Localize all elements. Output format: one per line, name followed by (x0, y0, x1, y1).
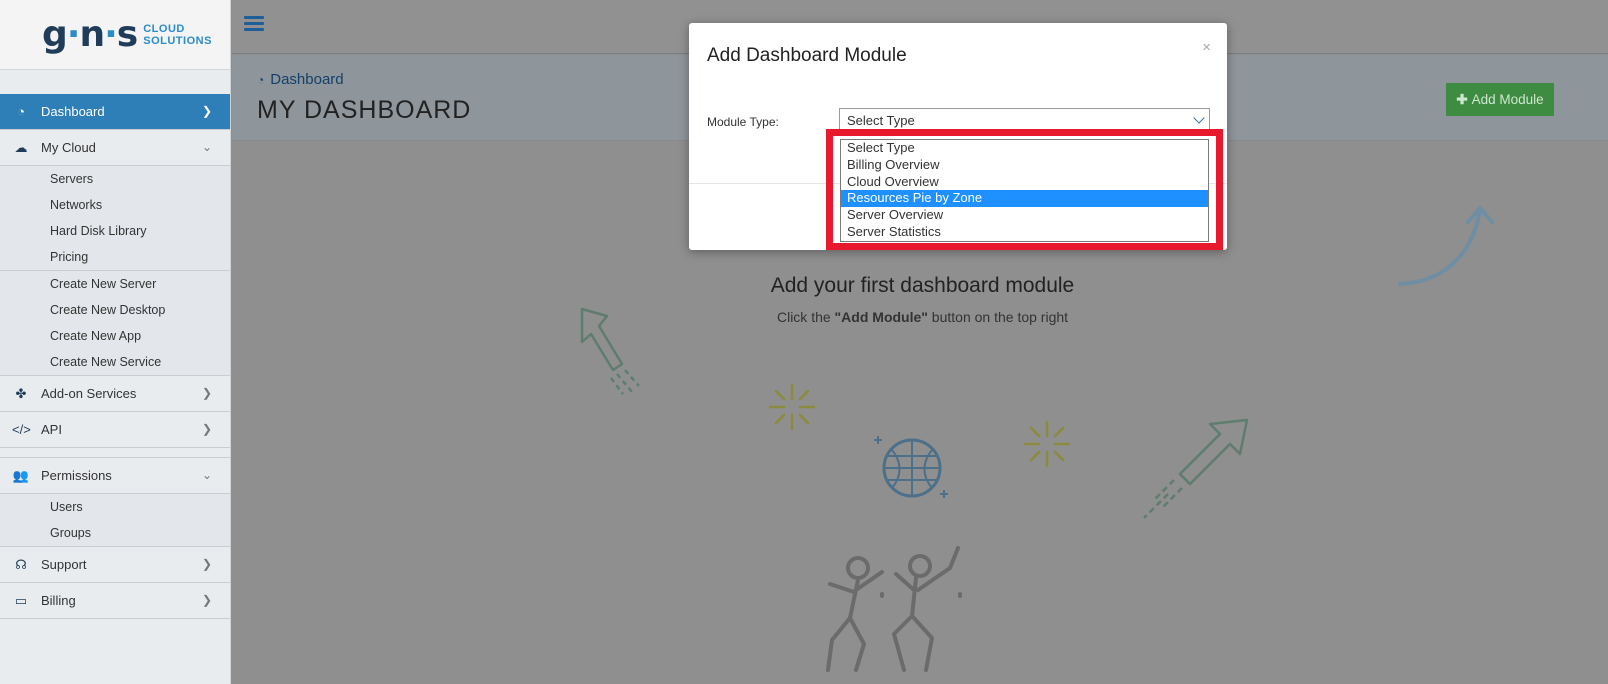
sidebar-item-addon-services[interactable]: ✤ Add-on Services ❯ (0, 376, 230, 412)
firework-icon (768, 383, 816, 431)
users-icon: 👥 (12, 467, 30, 483)
sidebar-item-label: Dashboard (41, 104, 105, 119)
chevron-down-icon: ⌄ (201, 468, 212, 482)
select-value: Select Type (847, 113, 915, 128)
dashboard-icon: ◔ (257, 73, 265, 87)
option-server-statistics[interactable]: Server Statistics (841, 224, 1208, 241)
add-module-label: Add Module (1471, 92, 1544, 107)
logo-mark: g·n·s (42, 14, 138, 55)
sidebar-item-support[interactable]: ☊ Support ❯ (0, 547, 230, 583)
curved-arrow-icon (1398, 204, 1494, 286)
sidebar-item-networks[interactable]: Networks (0, 192, 230, 218)
sidebar-item-label: Billing (41, 593, 76, 608)
plus-icon: ✚ (1456, 91, 1468, 107)
chevron-down-icon: ⌄ (201, 140, 212, 154)
sidebar-item-pricing[interactable]: Pricing (0, 244, 230, 270)
sidebar-item-label: API (41, 422, 62, 437)
logo[interactable]: g·n·s CLOUD SOLUTIONS (0, 0, 230, 70)
modal-title: Add Dashboard Module (707, 45, 907, 66)
option-billing-overview[interactable]: Billing Overview (841, 157, 1208, 174)
sidebar: g·n·s CLOUD SOLUTIONS ◔ Dashboard ❯ ☁ My … (0, 0, 231, 684)
rocket-icon (580, 307, 640, 395)
sidebar-item-create-new-desktop[interactable]: Create New Desktop (0, 297, 230, 323)
breadcrumb[interactable]: ◔ Dashboard (257, 71, 344, 88)
sidebar-item-billing[interactable]: ▭ Billing ❯ (0, 583, 230, 619)
headset-icon: ☊ (15, 556, 27, 572)
chevron-down-icon (1193, 112, 1205, 124)
rocket-icon (1143, 418, 1249, 519)
sidebar-item-my-cloud[interactable]: ☁ My Cloud ⌄ (0, 130, 230, 166)
chevron-right-icon: ❯ (201, 593, 212, 607)
sidebar-item-dashboard[interactable]: ◔ Dashboard ❯ (0, 94, 230, 130)
cloud-icon: ☁ (14, 139, 28, 155)
breadcrumb-label: Dashboard (270, 71, 344, 88)
sidebar-nav: ◔ Dashboard ❯ ☁ My Cloud ⌄ Servers Netwo… (0, 94, 230, 619)
hamburger-menu-icon[interactable] (244, 16, 264, 34)
sidebar-item-create-new-service[interactable]: Create New Service (0, 349, 230, 375)
credit-card-icon: ▭ (14, 592, 28, 608)
dashboard-icon: ◔ (17, 104, 25, 119)
sidebar-item-permissions[interactable]: 👥 Permissions ⌄ (0, 458, 230, 494)
option-server-overview[interactable]: Server Overview (841, 207, 1208, 224)
sidebar-item-label: Add-on Services (41, 386, 137, 401)
chevron-right-icon: ❯ (201, 104, 212, 118)
divider (0, 448, 230, 458)
sidebar-item-users[interactable]: Users (0, 494, 230, 520)
sidebar-item-create-new-server[interactable]: Create New Server (0, 271, 230, 297)
firework-icon (1023, 420, 1071, 468)
module-type-label: Module Type: (707, 115, 779, 129)
puzzle-icon: ✤ (15, 385, 27, 401)
code-icon: </> (12, 422, 31, 437)
option-resources-pie-by-zone[interactable]: Resources Pie by Zone (841, 190, 1208, 208)
sidebar-item-create-new-app[interactable]: Create New App (0, 323, 230, 349)
close-icon[interactable]: × (1202, 39, 1211, 56)
my-cloud-subnav: Servers Networks Hard Disk Library Prici… (0, 166, 230, 376)
empty-state-hint: Click the "Add Module" button on the top… (776, 309, 1069, 325)
add-module-button[interactable]: ✚ Add Module (1446, 83, 1554, 116)
dancing-people-icon (826, 546, 962, 672)
disco-ball-icon (874, 436, 948, 498)
chevron-right-icon: ❯ (201, 422, 212, 436)
permissions-subnav: Users Groups (0, 494, 230, 547)
module-type-dropdown[interactable]: Select Type Billing Overview Cloud Overv… (840, 139, 1209, 242)
chevron-right-icon: ❯ (201, 386, 212, 400)
option-cloud-overview[interactable]: Cloud Overview (841, 174, 1208, 191)
page-title: MY DASHBOARD (257, 96, 472, 124)
sidebar-item-label: My Cloud (41, 140, 96, 155)
chevron-right-icon: ❯ (201, 557, 212, 571)
option-select-type[interactable]: Select Type (841, 140, 1208, 157)
sidebar-item-api[interactable]: </> API ❯ (0, 412, 230, 448)
sidebar-item-groups[interactable]: Groups (0, 520, 230, 546)
logo-text: CLOUD SOLUTIONS (143, 22, 212, 47)
sidebar-item-label: Permissions (41, 468, 112, 483)
sidebar-item-servers[interactable]: Servers (0, 166, 230, 192)
sidebar-item-label: Support (41, 557, 87, 572)
sidebar-item-hard-disk-library[interactable]: Hard Disk Library (0, 218, 230, 244)
